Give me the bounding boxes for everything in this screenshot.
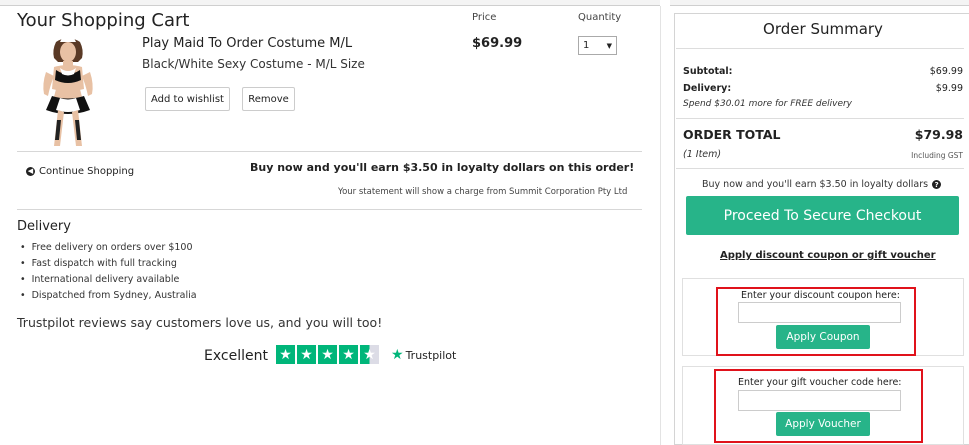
proceed-to-checkout-button[interactable]: Proceed To Secure Checkout [686, 196, 959, 235]
star-icon: ★ [297, 345, 316, 364]
top-strip [0, 0, 660, 6]
list-item: International delivery available [20, 272, 197, 288]
star-icon: ★ [339, 345, 358, 364]
items-count: (1 Item) [683, 149, 722, 160]
gst-note: Including GST [911, 151, 963, 160]
trustpilot-stars[interactable]: ★ ★ ★ ★ ★ [276, 345, 379, 364]
delivery-label: Delivery: [683, 83, 732, 94]
divider [17, 209, 642, 210]
subtotal-value: $69.99 [929, 66, 963, 77]
star-icon: ★ [318, 345, 337, 364]
trustpilot-brand: Trustpilot [405, 348, 457, 362]
chevron-down-icon: ▼ [606, 41, 612, 50]
apply-voucher-button[interactable]: Apply Voucher [776, 412, 870, 436]
divider [676, 168, 964, 169]
star-icon: ★ [276, 345, 295, 364]
list-item: Free delivery on orders over $100 [20, 240, 197, 256]
star-icon: ★ [391, 347, 404, 363]
divider [17, 151, 642, 152]
loyalty-note: Buy now and you'll earn $3.50 in loyalty… [702, 179, 942, 190]
voucher-input[interactable] [738, 390, 901, 411]
quantity-column-header: Quantity [578, 12, 622, 23]
product-price: $69.99 [472, 36, 523, 51]
delivery-list: Free delivery on orders over $100 Fast d… [20, 240, 197, 304]
top-strip-right [670, 0, 969, 6]
subtotal-label: Subtotal: [683, 66, 733, 77]
trustpilot-tagline: Trustpilot reviews say customers love us… [17, 315, 383, 330]
continue-shopping-link[interactable]: ◀ Continue Shopping [26, 166, 134, 177]
order-total-label: ORDER TOTAL [683, 127, 781, 142]
voucher-label: Enter your gift voucher code here: [738, 377, 902, 388]
quantity-value: 1 [583, 40, 590, 51]
list-item: Dispatched from Sydney, Australia [20, 288, 197, 304]
coupon-input[interactable] [738, 302, 901, 323]
trustpilot-logo[interactable]: ★ Trustpilot [391, 348, 456, 362]
statement-note: Your statement will show a charge from S… [338, 187, 628, 197]
add-to-wishlist-button[interactable]: Add to wishlist [145, 87, 230, 111]
rating-word: Excellent [204, 348, 268, 364]
loyalty-message: Buy now and you'll earn $3.50 in loyalty… [250, 161, 635, 174]
divider [676, 48, 964, 49]
column-divider [660, 6, 661, 445]
price-column-header: Price [472, 12, 497, 23]
coupon-label: Enter your discount coupon here: [741, 290, 900, 301]
continue-shopping-label: Continue Shopping [39, 166, 135, 177]
free-delivery-note: Spend $30.01 more for FREE delivery [683, 99, 853, 109]
delivery-value: $9.99 [935, 83, 963, 94]
page-title: Your Shopping Cart [17, 10, 190, 31]
discount-coupon-link[interactable]: Apply discount coupon or gift voucher [720, 250, 936, 261]
product-name[interactable]: Play Maid To Order Costume M/L [142, 36, 352, 51]
quantity-select[interactable]: 1 ▼ [578, 36, 617, 55]
list-item: Fast dispatch with full tracking [20, 256, 197, 272]
delivery-heading: Delivery [17, 219, 71, 234]
half-star-icon: ★ [360, 345, 379, 364]
loyalty-note-text: Buy now and you'll earn $3.50 in loyalty… [702, 179, 929, 190]
divider [676, 118, 964, 119]
apply-coupon-button[interactable]: Apply Coupon [776, 325, 870, 349]
help-icon[interactable]: ? [932, 180, 942, 189]
order-summary-title: Order Summary [763, 20, 883, 38]
product-image[interactable] [30, 34, 106, 150]
arrow-left-icon: ◀ [26, 167, 35, 176]
remove-button[interactable]: Remove [242, 87, 295, 111]
order-total-value: $79.98 [914, 127, 963, 142]
product-variant: Black/White Sexy Costume - M/L Size [142, 57, 365, 71]
